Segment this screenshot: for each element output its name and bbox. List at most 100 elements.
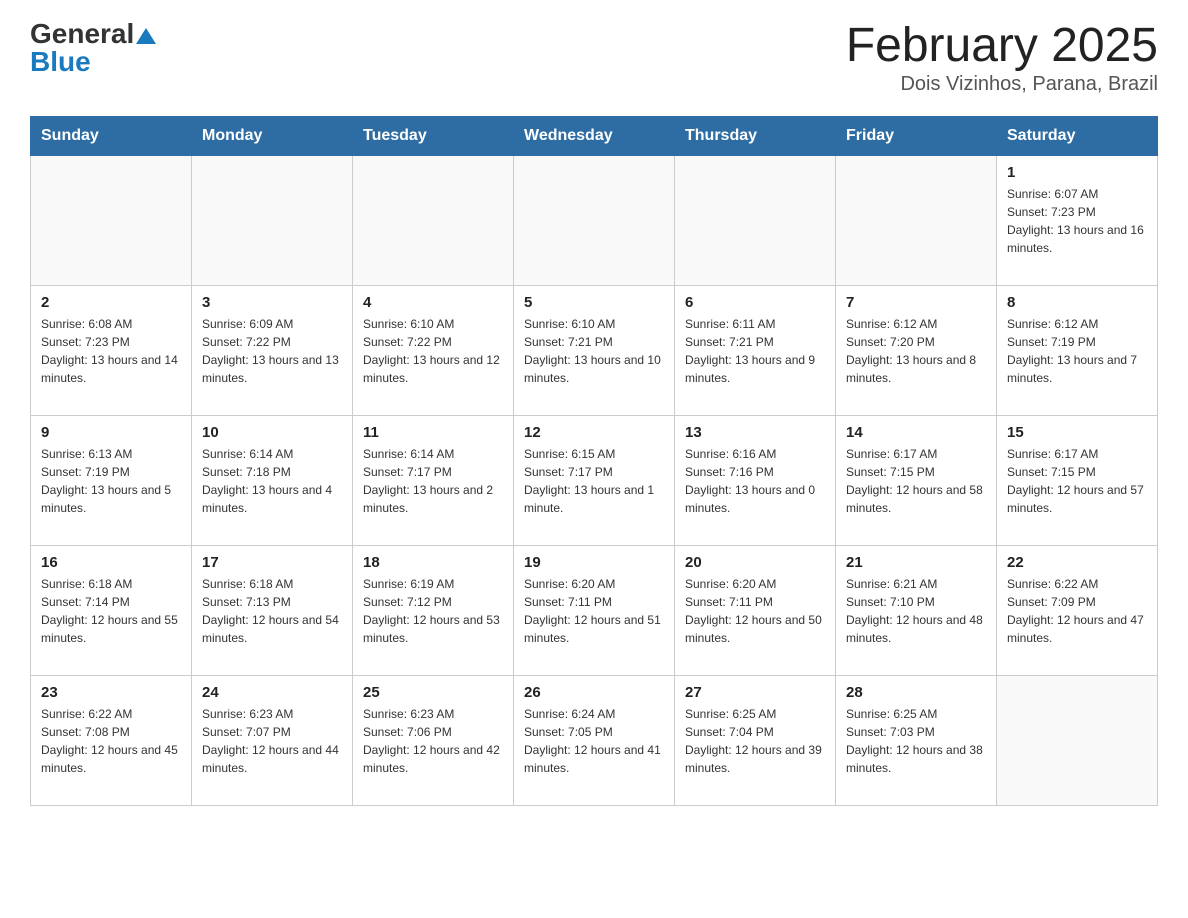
calendar-day-cell: 11 Sunrise: 6:14 AM Sunset: 7:17 PM Dayli…	[353, 415, 514, 545]
day-info: Sunrise: 6:22 AM Sunset: 7:09 PM Dayligh…	[1007, 575, 1147, 647]
day-info: Sunrise: 6:17 AM Sunset: 7:15 PM Dayligh…	[1007, 445, 1147, 517]
calendar-header: SundayMondayTuesdayWednesdayThursdayFrid…	[31, 116, 1158, 155]
calendar-day-cell	[514, 155, 675, 285]
calendar-day-cell: 3 Sunrise: 6:09 AM Sunset: 7:22 PM Daylig…	[192, 285, 353, 415]
calendar-day-cell: 17 Sunrise: 6:18 AM Sunset: 7:13 PM Dayli…	[192, 545, 353, 675]
day-info: Sunrise: 6:07 AM Sunset: 7:23 PM Dayligh…	[1007, 185, 1147, 257]
day-number: 20	[685, 554, 825, 571]
calendar-table: SundayMondayTuesdayWednesdayThursdayFrid…	[30, 116, 1158, 806]
calendar-day-cell	[353, 155, 514, 285]
day-info: Sunrise: 6:25 AM Sunset: 7:03 PM Dayligh…	[846, 705, 986, 777]
day-info: Sunrise: 6:08 AM Sunset: 7:23 PM Dayligh…	[41, 315, 181, 387]
day-number: 27	[685, 684, 825, 701]
calendar-day-cell: 28 Sunrise: 6:25 AM Sunset: 7:03 PM Dayli…	[836, 675, 997, 805]
day-number: 5	[524, 294, 664, 311]
day-number: 11	[363, 424, 503, 441]
calendar-day-cell: 27 Sunrise: 6:25 AM Sunset: 7:04 PM Dayli…	[675, 675, 836, 805]
day-info: Sunrise: 6:15 AM Sunset: 7:17 PM Dayligh…	[524, 445, 664, 517]
day-info: Sunrise: 6:24 AM Sunset: 7:05 PM Dayligh…	[524, 705, 664, 777]
day-number: 14	[846, 424, 986, 441]
day-number: 18	[363, 554, 503, 571]
day-info: Sunrise: 6:13 AM Sunset: 7:19 PM Dayligh…	[41, 445, 181, 517]
day-info: Sunrise: 6:16 AM Sunset: 7:16 PM Dayligh…	[685, 445, 825, 517]
day-info: Sunrise: 6:21 AM Sunset: 7:10 PM Dayligh…	[846, 575, 986, 647]
calendar-day-cell	[31, 155, 192, 285]
day-number: 22	[1007, 554, 1147, 571]
day-of-week-header: Wednesday	[514, 116, 675, 155]
calendar-day-cell: 26 Sunrise: 6:24 AM Sunset: 7:05 PM Dayli…	[514, 675, 675, 805]
logo-triangle-icon	[136, 28, 156, 44]
day-info: Sunrise: 6:18 AM Sunset: 7:13 PM Dayligh…	[202, 575, 342, 647]
calendar-title: February 2025	[846, 20, 1158, 73]
calendar-day-cell: 25 Sunrise: 6:23 AM Sunset: 7:06 PM Dayli…	[353, 675, 514, 805]
calendar-week-row: 9 Sunrise: 6:13 AM Sunset: 7:19 PM Daylig…	[31, 415, 1158, 545]
day-info: Sunrise: 6:12 AM Sunset: 7:20 PM Dayligh…	[846, 315, 986, 387]
calendar-day-cell: 21 Sunrise: 6:21 AM Sunset: 7:10 PM Dayli…	[836, 545, 997, 675]
calendar-week-row: 23Sunrise: 6:22 AM Sunset: 7:08 PM Dayli…	[31, 675, 1158, 805]
day-info: Sunrise: 6:10 AM Sunset: 7:21 PM Dayligh…	[524, 315, 664, 387]
calendar-day-cell	[675, 155, 836, 285]
calendar-day-cell: 15 Sunrise: 6:17 AM Sunset: 7:15 PM Dayli…	[997, 415, 1158, 545]
calendar-day-cell: 16 Sunrise: 6:18 AM Sunset: 7:14 PM Dayli…	[31, 545, 192, 675]
day-info: Sunrise: 6:14 AM Sunset: 7:17 PM Dayligh…	[363, 445, 503, 517]
day-number: 16	[41, 554, 181, 571]
day-info: Sunrise: 6:11 AM Sunset: 7:21 PM Dayligh…	[685, 315, 825, 387]
day-info: Sunrise: 6:18 AM Sunset: 7:14 PM Dayligh…	[41, 575, 181, 647]
day-number: 28	[846, 684, 986, 701]
day-number: 6	[685, 294, 825, 311]
day-info: Sunrise: 6:23 AM Sunset: 7:07 PM Dayligh…	[202, 705, 342, 777]
day-number: 25	[363, 684, 503, 701]
calendar-day-cell: 18Sunrise: 6:19 AM Sunset: 7:12 PM Dayli…	[353, 545, 514, 675]
day-info: Sunrise: 6:09 AM Sunset: 7:22 PM Dayligh…	[202, 315, 342, 387]
day-number: 8	[1007, 294, 1147, 311]
calendar-day-cell: 19 Sunrise: 6:20 AM Sunset: 7:11 PM Dayli…	[514, 545, 675, 675]
day-number: 7	[846, 294, 986, 311]
calendar-day-cell: 24 Sunrise: 6:23 AM Sunset: 7:07 PM Dayli…	[192, 675, 353, 805]
day-info: Sunrise: 6:14 AM Sunset: 7:18 PM Dayligh…	[202, 445, 342, 517]
calendar-day-cell: 4Sunrise: 6:10 AM Sunset: 7:22 PM Daylig…	[353, 285, 514, 415]
calendar-body: 1 Sunrise: 6:07 AM Sunset: 7:23 PM Daylig…	[31, 155, 1158, 805]
day-number: 17	[202, 554, 342, 571]
calendar-day-cell: 13 Sunrise: 6:16 AM Sunset: 7:16 PM Dayli…	[675, 415, 836, 545]
day-info: Sunrise: 6:22 AM Sunset: 7:08 PM Dayligh…	[41, 705, 181, 777]
calendar-day-cell	[997, 675, 1158, 805]
calendar-day-cell: 20 Sunrise: 6:20 AM Sunset: 7:11 PM Dayli…	[675, 545, 836, 675]
day-number: 12	[524, 424, 664, 441]
calendar-subtitle: Dois Vizinhos, Parana, Brazil	[846, 73, 1158, 96]
day-number: 21	[846, 554, 986, 571]
calendar-week-row: 16 Sunrise: 6:18 AM Sunset: 7:14 PM Dayli…	[31, 545, 1158, 675]
logo-general: General	[30, 20, 156, 48]
logo-blue-text: Blue	[30, 48, 156, 76]
calendar-day-cell: 23Sunrise: 6:22 AM Sunset: 7:08 PM Dayli…	[31, 675, 192, 805]
day-info: Sunrise: 6:10 AM Sunset: 7:22 PM Dayligh…	[363, 315, 503, 387]
calendar-week-row: 2Sunrise: 6:08 AM Sunset: 7:23 PM Daylig…	[31, 285, 1158, 415]
calendar-day-cell: 9 Sunrise: 6:13 AM Sunset: 7:19 PM Daylig…	[31, 415, 192, 545]
day-number: 19	[524, 554, 664, 571]
day-number: 13	[685, 424, 825, 441]
title-section: February 2025 Dois Vizinhos, Parana, Bra…	[846, 20, 1158, 96]
day-number: 24	[202, 684, 342, 701]
day-of-week-header: Saturday	[997, 116, 1158, 155]
calendar-day-cell: 7 Sunrise: 6:12 AM Sunset: 7:20 PM Daylig…	[836, 285, 997, 415]
day-number: 26	[524, 684, 664, 701]
calendar-day-cell: 14 Sunrise: 6:17 AM Sunset: 7:15 PM Dayli…	[836, 415, 997, 545]
day-info: Sunrise: 6:20 AM Sunset: 7:11 PM Dayligh…	[524, 575, 664, 647]
calendar-day-cell: 10Sunrise: 6:14 AM Sunset: 7:18 PM Dayli…	[192, 415, 353, 545]
page-header: General Blue February 2025 Dois Vizinhos…	[30, 20, 1158, 96]
day-info: Sunrise: 6:17 AM Sunset: 7:15 PM Dayligh…	[846, 445, 986, 517]
day-info: Sunrise: 6:12 AM Sunset: 7:19 PM Dayligh…	[1007, 315, 1147, 387]
day-of-week-header: Tuesday	[353, 116, 514, 155]
calendar-week-row: 1 Sunrise: 6:07 AM Sunset: 7:23 PM Daylig…	[31, 155, 1158, 285]
day-number: 15	[1007, 424, 1147, 441]
day-number: 1	[1007, 164, 1147, 181]
day-number: 3	[202, 294, 342, 311]
day-of-week-header: Sunday	[31, 116, 192, 155]
day-info: Sunrise: 6:23 AM Sunset: 7:06 PM Dayligh…	[363, 705, 503, 777]
calendar-day-cell: 12 Sunrise: 6:15 AM Sunset: 7:17 PM Dayli…	[514, 415, 675, 545]
calendar-day-cell: 2Sunrise: 6:08 AM Sunset: 7:23 PM Daylig…	[31, 285, 192, 415]
calendar-day-cell: 22 Sunrise: 6:22 AM Sunset: 7:09 PM Dayli…	[997, 545, 1158, 675]
day-number: 9	[41, 424, 181, 441]
days-of-week-row: SundayMondayTuesdayWednesdayThursdayFrid…	[31, 116, 1158, 155]
day-info: Sunrise: 6:20 AM Sunset: 7:11 PM Dayligh…	[685, 575, 825, 647]
day-info: Sunrise: 6:25 AM Sunset: 7:04 PM Dayligh…	[685, 705, 825, 777]
